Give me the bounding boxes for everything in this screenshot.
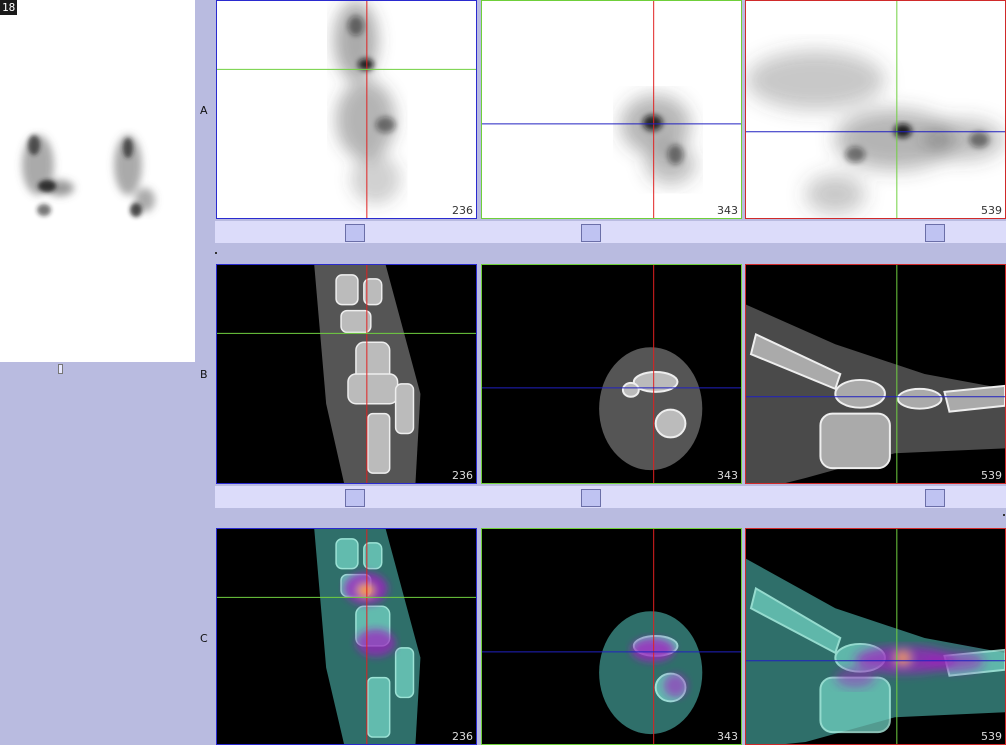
- scroll-thumb-a-axial[interactable]: [581, 224, 601, 242]
- fusion-coronal-image: [217, 529, 476, 744]
- overview-panel[interactable]: 18: [0, 0, 195, 362]
- viewport-c-coronal[interactable]: 236: [216, 528, 477, 745]
- scroll-thumb-b-axial[interactable]: [581, 489, 601, 507]
- row-label-c: C: [200, 632, 208, 645]
- scroll-thumb-a-coronal[interactable]: [345, 224, 365, 242]
- spect-coronal-image: [217, 1, 476, 218]
- ct-sagittal-image: [746, 265, 1005, 483]
- row-label-a: A: [200, 104, 208, 117]
- viewport-b-sagittal[interactable]: 539: [745, 264, 1006, 484]
- viewport-b-coronal[interactable]: 236: [216, 264, 477, 484]
- spect-sagittal-image: [746, 1, 1005, 218]
- fusion-sagittal-image: [746, 529, 1005, 744]
- scroll-thumb-a-sagittal[interactable]: [925, 224, 945, 242]
- slice-number: 236: [452, 204, 473, 217]
- viewport-a-axial[interactable]: 343: [481, 0, 742, 219]
- spect-axial-image: [482, 1, 741, 218]
- scroll-thumb-b-sagittal[interactable]: [925, 489, 945, 507]
- scroll-thumb-b-coronal[interactable]: [345, 489, 365, 507]
- divider-dot: [1003, 514, 1005, 516]
- viewport-a-coronal[interactable]: 236: [216, 0, 477, 219]
- overview-scroll-handle[interactable]: [58, 364, 63, 374]
- slice-scroll-strip-b[interactable]: [215, 486, 1006, 508]
- row-label-b: B: [200, 368, 208, 381]
- slice-number: 343: [717, 469, 738, 482]
- slice-number: 539: [981, 730, 1002, 743]
- viewport-c-sagittal[interactable]: 539: [745, 528, 1006, 745]
- fusion-axial-image: [482, 529, 741, 744]
- ct-axial-image: [482, 265, 741, 483]
- viewport-b-axial[interactable]: 343: [481, 264, 742, 484]
- image-index-badge: 18: [0, 0, 18, 15]
- viewport-a-sagittal[interactable]: 539: [745, 0, 1006, 219]
- slice-scroll-strip-a[interactable]: [215, 221, 1006, 243]
- ct-coronal-image: [217, 265, 476, 483]
- slice-number: 236: [452, 469, 473, 482]
- viewport-c-axial[interactable]: 343: [481, 528, 742, 745]
- slice-number: 539: [981, 469, 1002, 482]
- whole-body-scan-image: [22, 135, 155, 217]
- slice-number: 343: [717, 204, 738, 217]
- slice-number: 539: [981, 204, 1002, 217]
- slice-number: 236: [452, 730, 473, 743]
- slice-number: 343: [717, 730, 738, 743]
- divider-dot: [215, 252, 217, 254]
